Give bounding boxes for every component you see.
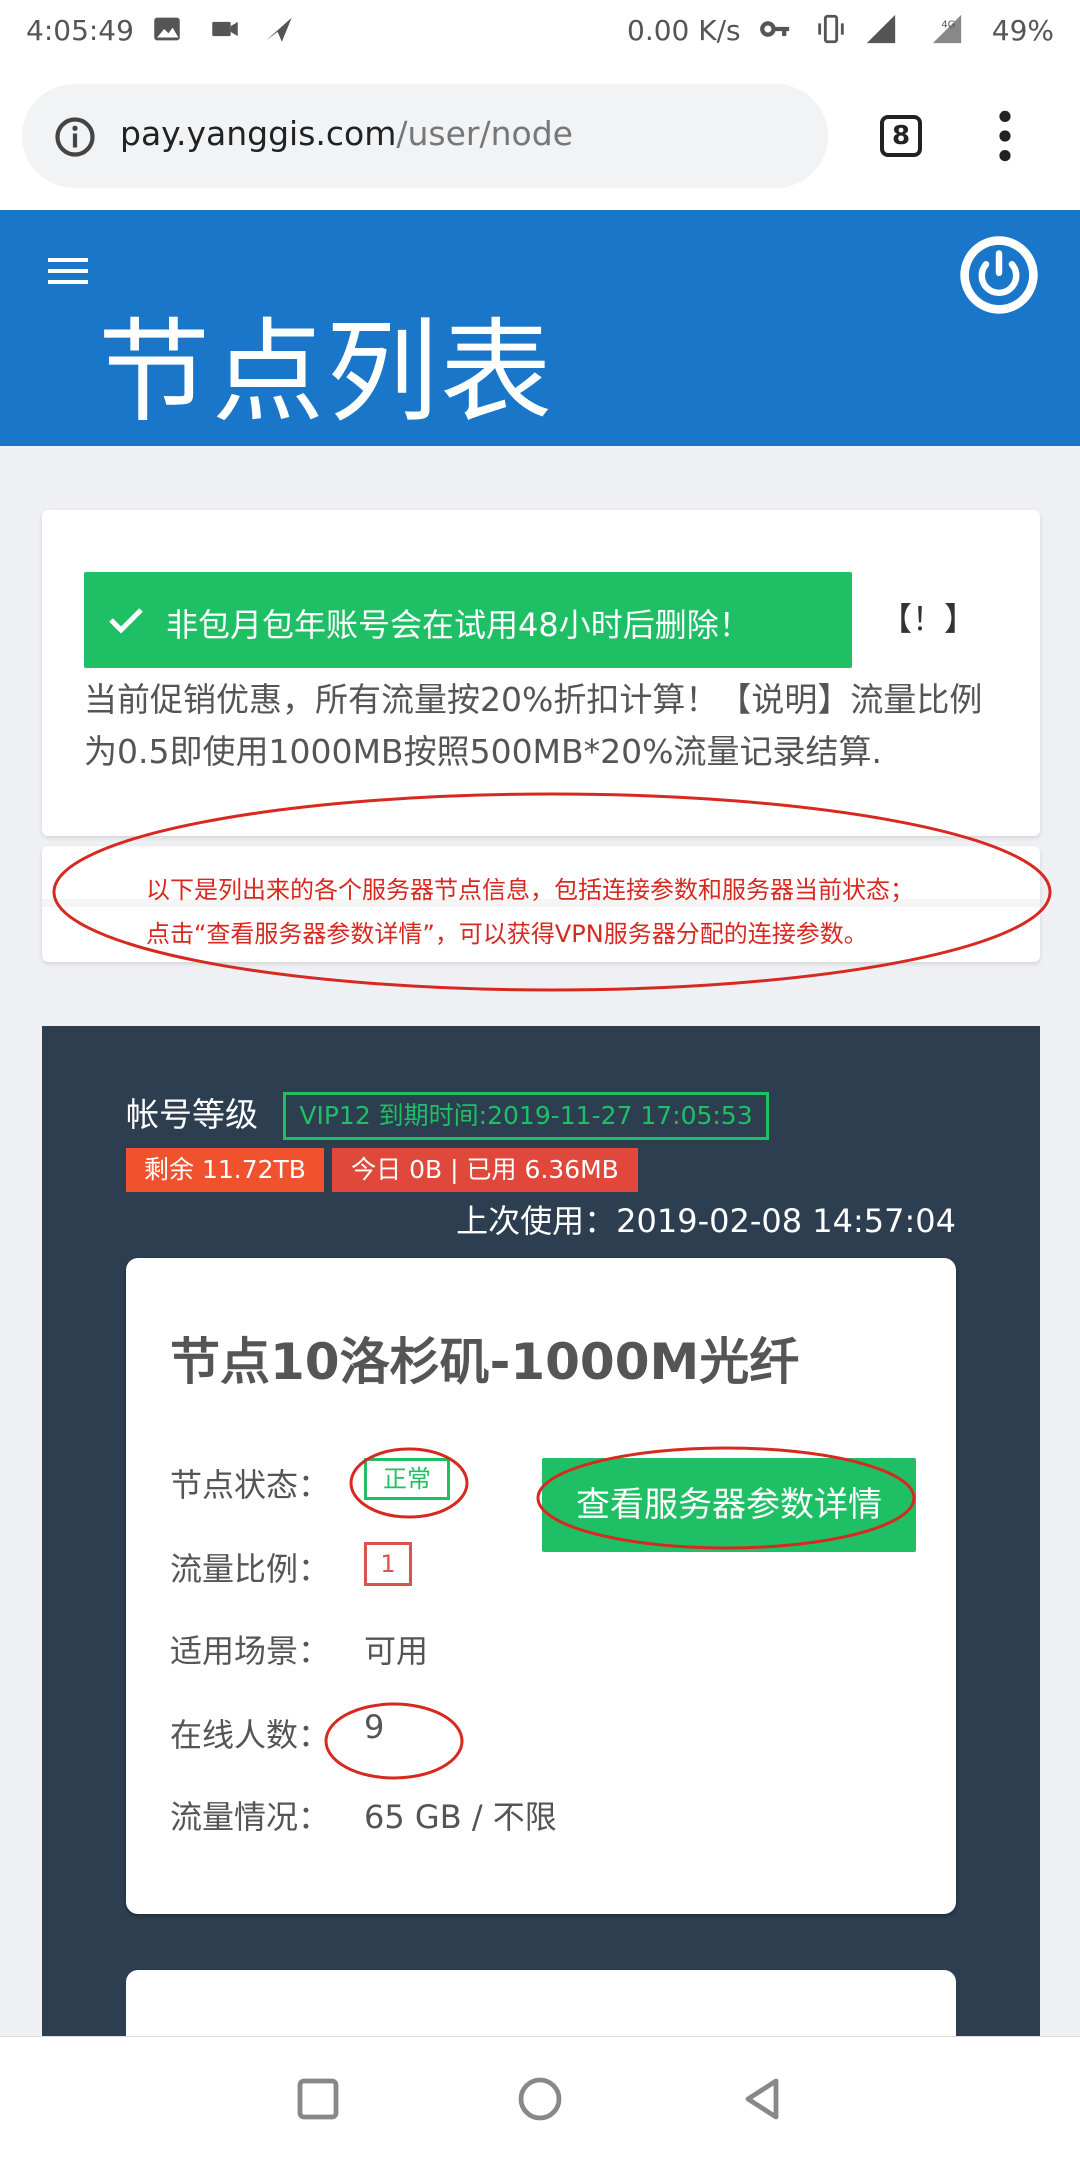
url-text[interactable]: pay.yanggis.com/user/node	[120, 114, 573, 153]
account-panel: 帐号等级 VIP12 到期时间:2019-11-27 17:05:53 剩余 1…	[42, 1026, 1040, 2050]
check-icon	[109, 608, 143, 634]
scene-label: 适用场景：	[170, 1632, 331, 1670]
url-path: /user/node	[396, 114, 573, 153]
alert-text: 非包月包年账号会在试用48小时后删除！	[166, 606, 751, 644]
usage-badge: 今日 0B | 已用 6.36MB	[332, 1148, 638, 1192]
trial-alert: 非包月包年账号会在试用48小时后删除！	[84, 572, 852, 668]
battery-level: 49%	[991, 14, 1054, 47]
menu-icon[interactable]	[48, 258, 88, 288]
tab-switcher-button[interactable]: 8	[880, 115, 922, 157]
more-menu-icon[interactable]	[990, 108, 1020, 164]
net-speed: 0.00 K/s	[627, 14, 741, 47]
browser-toolbar: pay.yanggis.com/user/node 8	[0, 64, 1080, 210]
info-icon[interactable]	[54, 116, 96, 158]
account-level-label: 帐号等级	[126, 1095, 258, 1134]
view-server-details-button[interactable]: 查看服务器参数详情	[542, 1458, 916, 1552]
ratio-badge: 1	[364, 1542, 412, 1586]
node-title: 节点10洛杉矶-1000M光纤	[170, 1333, 800, 1391]
video-camera-icon	[212, 21, 238, 37]
back-icon[interactable]	[738, 2075, 786, 2123]
page-header: 节点列表	[0, 210, 1080, 446]
info-line: 点击“查看服务器参数详情”，可以获得VPN服务器分配的连接参数。	[146, 920, 868, 948]
key-icon	[760, 21, 790, 37]
traffic-usage-value: 65 GB / 不限	[364, 1798, 557, 1836]
notice-exclaim: 【！】	[880, 600, 977, 638]
vibrate-icon	[818, 14, 844, 44]
last-used-text: 上次使用：2019-02-08 14:57:04	[456, 1202, 956, 1240]
remaining-badge: 剩余 11.72TB	[126, 1148, 324, 1192]
info-line: 以下是列出来的各个服务器节点信息，包括连接参数和服务器当前状态；	[146, 876, 914, 904]
page-title: 节点列表	[98, 308, 554, 438]
send-icon	[266, 17, 292, 42]
notice-card: 非包月包年账号会在试用48小时后删除！ 【！】 当前促销优惠，所有流量按20%折…	[42, 510, 1040, 836]
recents-icon[interactable]	[294, 2075, 342, 2123]
status-bar: 4:05:49 0.00 K/s 4G 49%	[0, 0, 1080, 64]
url-host: pay.yanggis.com	[120, 114, 397, 153]
info-card: 以下是列出来的各个服务器节点信息，包括连接参数和服务器当前状态； 点击“查看服务…	[42, 846, 1040, 962]
online-count-value: 9	[364, 1708, 385, 1746]
home-icon[interactable]	[516, 2075, 564, 2123]
image-icon	[154, 17, 180, 41]
signal-icon: 4G	[932, 14, 962, 44]
power-icon[interactable]	[956, 232, 1042, 318]
node-card: 节点10洛杉矶-1000M光纤 节点状态： 正常 流量比例： 1 适用场景： 可…	[126, 1258, 956, 1914]
scene-value: 可用	[364, 1632, 429, 1670]
promo-text: 当前促销优惠，所有流量按20%折扣计算！【说明】流量比例为0.5即使用1000M…	[84, 680, 983, 771]
online-count-label: 在线人数：	[170, 1716, 331, 1754]
status-time: 4:05:49	[26, 14, 134, 47]
url-bar[interactable]: pay.yanggis.com/user/node	[22, 84, 828, 188]
signal-icon	[866, 14, 896, 44]
status-badge: 正常	[364, 1458, 450, 1500]
node-status-label: 节点状态：	[170, 1466, 331, 1504]
svg-text:4G: 4G	[941, 20, 955, 31]
system-nav-bar	[0, 2036, 1080, 2160]
traffic-ratio-label: 流量比例：	[170, 1550, 331, 1588]
vip-badge: VIP12 到期时间:2019-11-27 17:05:53	[283, 1092, 769, 1140]
traffic-usage-label: 流量情况：	[170, 1798, 331, 1836]
